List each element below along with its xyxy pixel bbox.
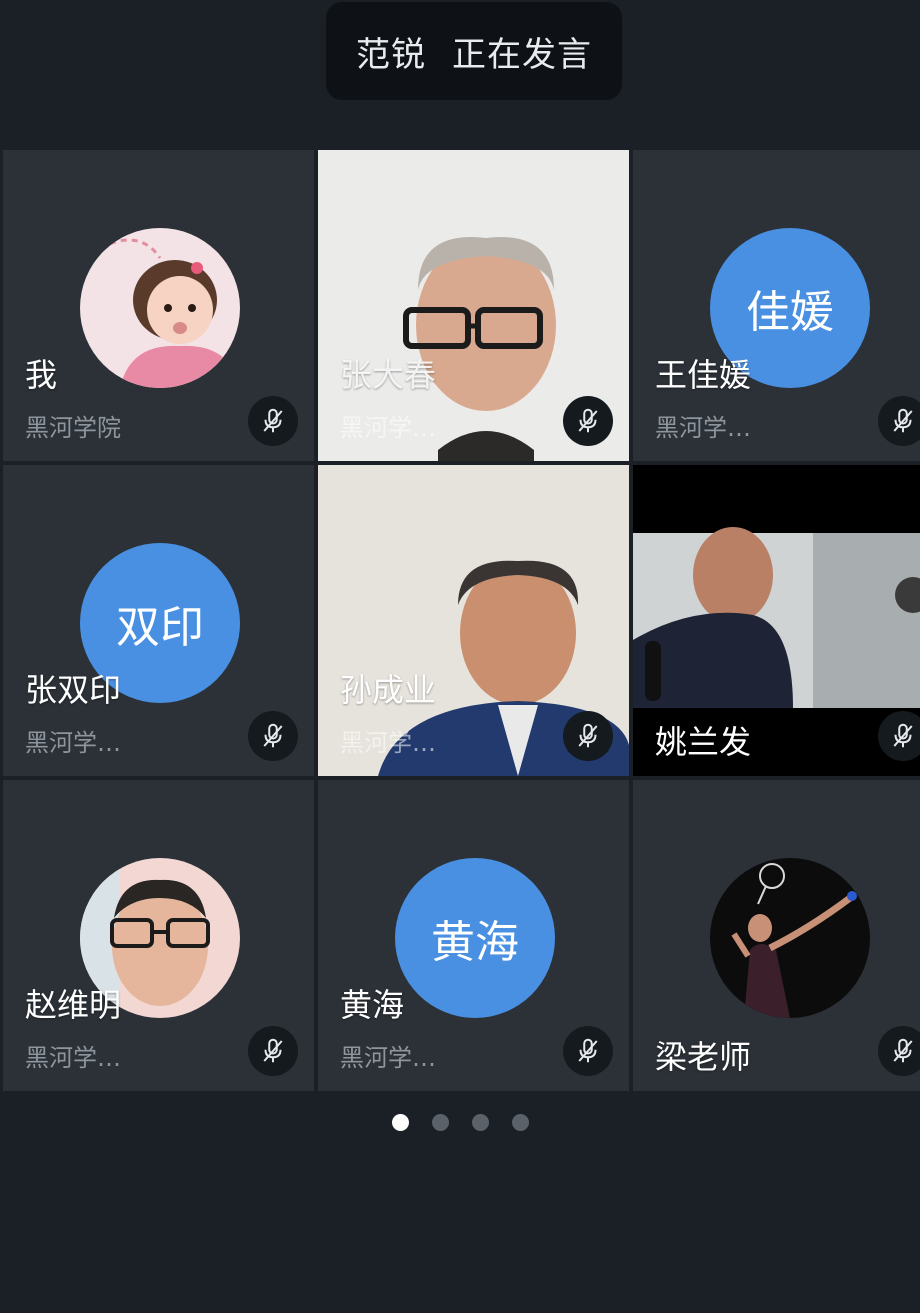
participant-tile[interactable]: 佳媛 王佳媛 黑河学… [633,150,920,461]
page-dot-4[interactable] [511,1113,529,1131]
mic-muted-indicator[interactable] [878,1026,920,1076]
participant-tile[interactable]: 黄海 黄海 黑河学… [318,780,629,1091]
page-indicator[interactable] [0,1110,920,1134]
mic-muted-indicator[interactable] [248,711,298,761]
participant-avatar [710,858,870,1018]
active-speaker-banner: 范锐 正在发言 [326,2,622,100]
participant-org: 黑河学… [340,1044,436,1072]
mic-off-icon [263,408,283,433]
participant-org: 黑河学院 [25,414,121,442]
active-speaker-name: 范锐 [356,34,426,75]
mic-off-icon [578,1038,598,1063]
participant-tile[interactable]: 赵维明 黑河学… [3,780,314,1091]
active-speaker-status: 正在发言 [452,34,592,75]
participant-tile[interactable]: 姚兰发 [633,465,920,776]
page-dot-3[interactable] [471,1113,489,1131]
participant-name: 梁老师 [655,1038,752,1076]
page-dot-1[interactable] [391,1113,409,1131]
participant-name: 赵维明 [25,986,122,1024]
mic-muted-indicator[interactable] [563,711,613,761]
participant-name: 张双印 [25,671,122,709]
participant-tile[interactable]: 张大春 黑河学… [318,150,629,461]
participant-name: 姚兰发 [655,723,752,761]
participant-tile[interactable]: 双印 张双印 黑河学… [3,465,314,776]
participant-grid: 我 黑河学院 张大春 黑河学… 佳媛 王佳媛 黑河学… 双印 张双印 黑河学… … [0,147,920,1093]
mic-muted-indicator[interactable] [563,1026,613,1076]
participant-name: 王佳媛 [655,356,752,394]
mic-off-icon [578,723,598,748]
participant-org: 黑河学… [655,414,751,442]
mic-off-icon [893,1038,913,1063]
participant-org: 黑河学… [25,1044,121,1072]
participant-tile[interactable]: 孙成业 黑河学… [318,465,629,776]
participant-tile[interactable]: 梁老师 [633,780,920,1091]
mic-off-icon [263,723,283,748]
participant-initials-avatar: 黄海 [395,858,555,1018]
participant-tile[interactable]: 我 黑河学院 [3,150,314,461]
participant-org: 黑河学… [340,414,436,442]
mic-muted-indicator[interactable] [878,396,920,446]
participant-org: 黑河学… [25,729,121,757]
participant-avatar [80,228,240,388]
mic-off-icon [893,723,913,748]
participant-name: 孙成业 [340,671,437,709]
participant-name: 我 [25,356,58,394]
participant-name: 张大春 [340,356,437,394]
mic-off-icon [893,408,913,433]
page-dot-2[interactable] [431,1113,449,1131]
meeting-screen: 范锐 正在发言 我 黑河学院 张大春 黑河学… 佳媛 王佳媛 黑河学… 双印 张… [0,0,920,1313]
mic-off-icon [578,408,598,433]
mic-muted-indicator[interactable] [248,1026,298,1076]
participant-org: 黑河学… [340,729,436,757]
participant-name: 黄海 [340,986,405,1024]
mic-off-icon [263,1038,283,1063]
mic-muted-indicator[interactable] [563,396,613,446]
mic-muted-indicator[interactable] [878,711,920,761]
mic-muted-indicator[interactable] [248,396,298,446]
